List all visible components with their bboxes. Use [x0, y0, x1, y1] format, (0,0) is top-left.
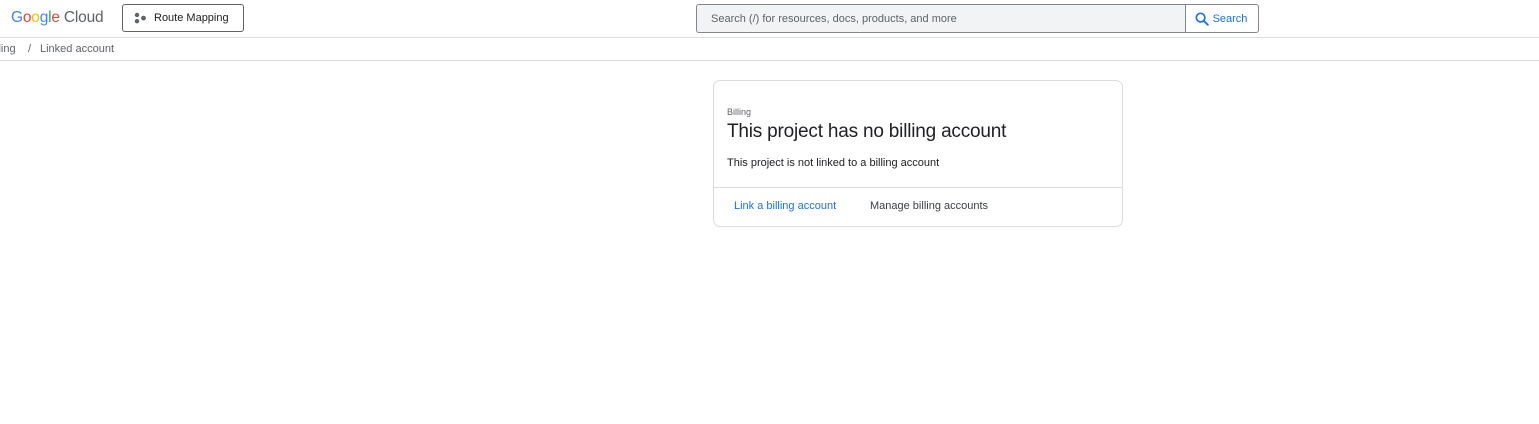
breadcrumb-current: Linked account: [40, 43, 114, 55]
search-bar: Search: [696, 4, 1259, 33]
logo-suffix: Cloud: [63, 9, 104, 26]
logo-letter-g1: G: [11, 9, 23, 26]
search-button[interactable]: Search: [1185, 4, 1259, 33]
card-divider: [714, 187, 1122, 188]
card-description: This project is not linked to a billing …: [727, 157, 940, 169]
google-cloud-logo[interactable]: Google Cloud: [11, 9, 104, 27]
breadcrumb: lling / Linked account: [0, 38, 1539, 61]
search-button-label: Search: [1212, 12, 1248, 25]
project-picker-button[interactable]: Route Mapping: [122, 4, 244, 32]
manage-billing-accounts-button[interactable]: Manage billing accounts: [870, 200, 988, 212]
search-input[interactable]: [696, 4, 1185, 33]
search-icon: [1195, 11, 1209, 26]
link-billing-account-button[interactable]: Link a billing account: [734, 200, 836, 212]
card-eyebrow: Billing: [727, 107, 752, 117]
logo-letter-g2: g: [39, 9, 49, 26]
logo-letter-o2: o: [31, 9, 40, 26]
card-title: This project has no billing account: [727, 121, 1007, 142]
breadcrumb-billing-link[interactable]: lling: [0, 38, 16, 60]
project-dots-icon: [134, 12, 147, 24]
top-bar: Google Cloud Route Mapping Search: [0, 0, 1539, 38]
no-billing-card: Billing This project has no billing acco…: [713, 80, 1123, 227]
breadcrumb-separator: /: [28, 43, 32, 55]
logo-letter-e: e: [51, 9, 60, 26]
project-name: Route Mapping: [154, 12, 229, 24]
